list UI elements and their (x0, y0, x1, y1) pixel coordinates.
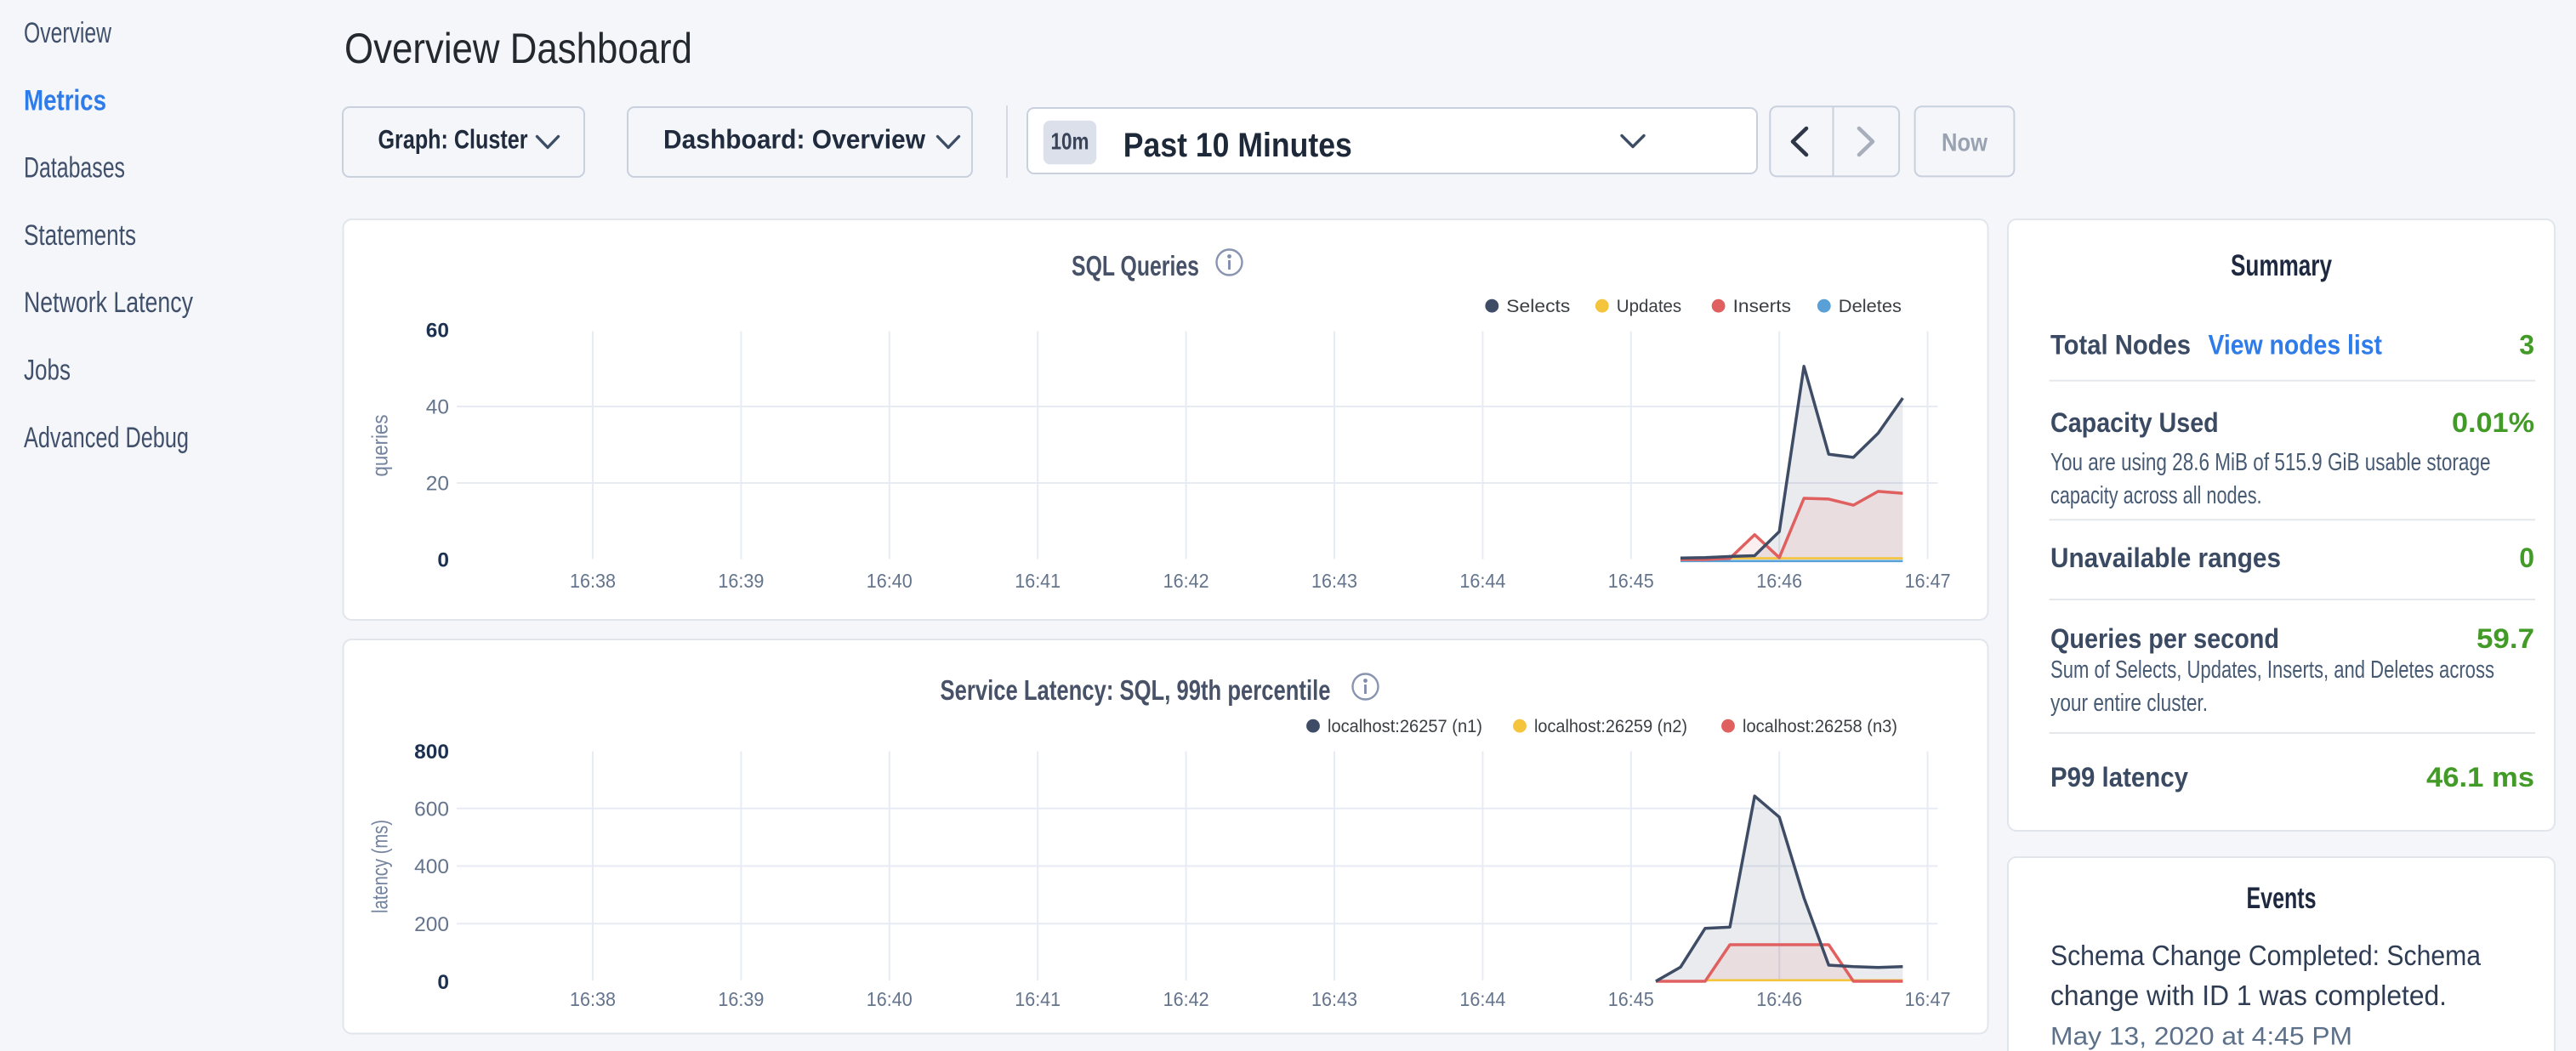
svg-text:localhost:26257 (n1): localhost:26257 (n1) (1328, 716, 1482, 736)
svg-text:600: 600 (414, 798, 449, 821)
svg-text:3: 3 (2519, 329, 2534, 360)
svg-text:Total Nodes: Total Nodes (2050, 329, 2191, 360)
svg-text:16:39: 16:39 (718, 570, 764, 592)
svg-text:60: 60 (426, 320, 449, 343)
svg-text:P99 latency: P99 latency (2050, 762, 2188, 793)
svg-text:Metrics: Metrics (24, 84, 106, 116)
svg-text:Dashboard: Overview: Dashboard: Overview (663, 124, 925, 155)
svg-text:16:41: 16:41 (1015, 988, 1061, 1010)
svg-text:16:44: 16:44 (1459, 988, 1505, 1010)
svg-text:Updates: Updates (1617, 296, 1681, 316)
svg-text:localhost:26259 (n2): localhost:26259 (n2) (1534, 716, 1687, 736)
svg-text:View nodes list: View nodes list (2209, 329, 2383, 360)
svg-text:Overview Dashboard: Overview Dashboard (344, 25, 692, 72)
svg-text:Inserts: Inserts (1733, 296, 1791, 316)
svg-text:40: 40 (426, 396, 449, 419)
svg-text:0.01%: 0.01% (2452, 407, 2534, 438)
svg-text:Past 10 Minutes: Past 10 Minutes (1123, 127, 1352, 164)
svg-text:Capacity Used: Capacity Used (2050, 407, 2219, 438)
svg-text:0: 0 (437, 549, 449, 572)
svg-text:You are using 28.6 MiB of 515.: You are using 28.6 MiB of 515.9 GiB usab… (2050, 449, 2491, 476)
svg-text:16:47: 16:47 (1905, 988, 1951, 1010)
svg-text:0: 0 (2519, 543, 2534, 573)
svg-text:16:40: 16:40 (867, 570, 913, 592)
svg-text:Network Latency: Network Latency (24, 287, 193, 319)
svg-text:16:45: 16:45 (1608, 570, 1654, 592)
svg-text:16:40: 16:40 (867, 988, 913, 1010)
svg-text:Overview: Overview (24, 17, 111, 49)
svg-text:16:43: 16:43 (1311, 988, 1357, 1010)
svg-text:Schema Change Completed: Schem: Schema Change Completed: Schema (2050, 940, 2482, 971)
svg-text:May 13, 2020 at 4:45 PM: May 13, 2020 at 4:45 PM (2050, 1023, 2352, 1051)
svg-text:Events: Events (2247, 882, 2317, 915)
svg-text:16:42: 16:42 (1163, 570, 1209, 592)
svg-text:capacity across all nodes.: capacity across all nodes. (2050, 482, 2262, 509)
svg-text:800: 800 (414, 741, 449, 764)
svg-text:16:44: 16:44 (1459, 570, 1505, 592)
svg-text:46.1 ms: 46.1 ms (2426, 762, 2534, 793)
svg-text:200: 200 (414, 913, 449, 936)
svg-text:Statements: Statements (24, 219, 136, 252)
svg-text:20: 20 (426, 473, 449, 496)
svg-text:Advanced Debug: Advanced Debug (24, 422, 189, 454)
svg-text:16:43: 16:43 (1311, 570, 1357, 592)
svg-text:Service Latency: SQL, 99th per: Service Latency: SQL, 99th percentile (941, 674, 1331, 706)
svg-text:Now: Now (1942, 129, 1988, 157)
svg-text:16:38: 16:38 (570, 988, 616, 1010)
svg-text:Sum of Selects, Updates, Inser: Sum of Selects, Updates, Inserts, and De… (2050, 656, 2494, 684)
svg-text:400: 400 (414, 855, 449, 878)
svg-text:latency (ms): latency (ms) (367, 820, 393, 913)
svg-text:16:39: 16:39 (718, 988, 764, 1010)
svg-text:Selects: Selects (1506, 296, 1570, 316)
svg-text:0: 0 (437, 971, 449, 994)
svg-text:Graph: Cluster: Graph: Cluster (378, 124, 528, 155)
svg-text:queries: queries (367, 415, 393, 477)
svg-text:SQL Queries: SQL Queries (1072, 250, 1199, 281)
svg-text:16:41: 16:41 (1015, 570, 1061, 592)
svg-text:Summary: Summary (2231, 249, 2332, 282)
svg-text:change with ID 1 was completed: change with ID 1 was completed. (2050, 980, 2447, 1011)
svg-text:Jobs: Jobs (24, 355, 71, 387)
svg-text:localhost:26258 (n3): localhost:26258 (n3) (1743, 716, 1897, 736)
svg-text:16:45: 16:45 (1608, 988, 1654, 1010)
svg-text:16:42: 16:42 (1163, 988, 1209, 1010)
svg-text:59.7: 59.7 (2476, 623, 2534, 654)
svg-text:16:38: 16:38 (570, 570, 616, 592)
svg-text:your entire cluster.: your entire cluster. (2050, 690, 2208, 717)
svg-text:16:46: 16:46 (1756, 988, 1802, 1010)
svg-text:Databases: Databases (24, 152, 125, 185)
svg-text:16:47: 16:47 (1905, 570, 1951, 592)
svg-text:Deletes: Deletes (1839, 296, 1902, 316)
svg-text:Unavailable ranges: Unavailable ranges (2050, 543, 2281, 573)
svg-text:10m: 10m (1051, 128, 1089, 155)
svg-text:Queries per second: Queries per second (2050, 623, 2279, 654)
svg-text:16:46: 16:46 (1756, 570, 1802, 592)
